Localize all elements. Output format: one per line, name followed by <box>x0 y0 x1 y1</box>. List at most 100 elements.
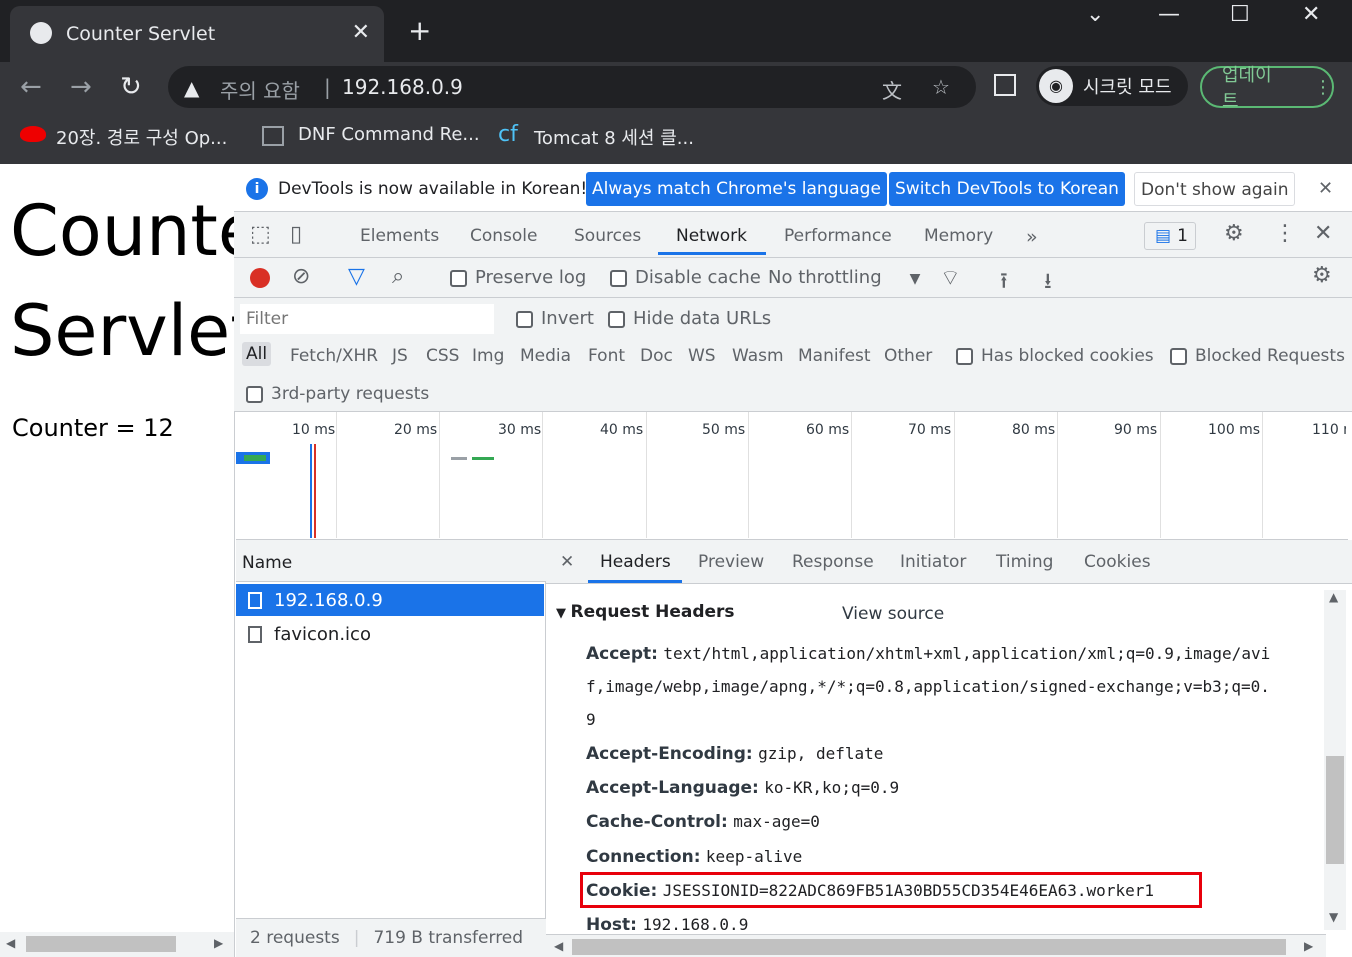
dont-show-again-button[interactable]: Don't show again <box>1134 172 1296 206</box>
close-devtools-icon[interactable]: ✕ <box>1314 221 1332 246</box>
minimize-icon[interactable]: — <box>1158 2 1180 27</box>
disable-cache-checkbox[interactable]: Disable cache <box>610 267 761 288</box>
scroll-down-icon[interactable]: ▼ <box>1329 910 1338 924</box>
filter-type-wasm[interactable]: Wasm <box>732 346 784 366</box>
scroll-left-icon[interactable]: ◀ <box>554 939 563 953</box>
close-window-icon[interactable]: ✕ <box>1302 2 1320 27</box>
filter-type-all[interactable]: All <box>242 342 272 366</box>
star-icon[interactable]: ☆ <box>932 75 950 99</box>
filter-type-js[interactable]: JS <box>392 346 408 366</box>
back-icon[interactable]: ← <box>20 72 42 102</box>
switch-korean-button[interactable]: Switch DevTools to Korean <box>889 172 1125 206</box>
export-icon[interactable]: ⭳ <box>1044 264 1052 302</box>
scroll-up-icon[interactable]: ▲ <box>1329 590 1338 604</box>
import-icon[interactable]: ⭱ <box>1000 264 1008 302</box>
bookmark-item[interactable]: Tomcat 8 세션 클... <box>534 124 694 150</box>
network-conditions-icon[interactable]: ⌔ <box>940 264 961 292</box>
bookmark-item[interactable]: 20장. 경로 구성 Op... <box>56 124 227 150</box>
inspect-icon[interactable]: ⬚ <box>250 222 271 247</box>
horizontal-scrollbar[interactable]: ◀ ▶ <box>546 934 1326 957</box>
third-party-checkbox[interactable]: 3rd-party requests <box>246 384 429 404</box>
network-overview[interactable]: 10 ms 20 ms 30 ms 40 ms 50 ms 60 ms 70 m… <box>236 412 1348 540</box>
scroll-thumb[interactable] <box>1326 756 1344 864</box>
close-tab-icon[interactable]: ✕ <box>352 20 370 45</box>
throttling-select[interactable]: No throttling ▼ <box>768 267 920 288</box>
filter-type-css[interactable]: CSS <box>426 346 459 366</box>
tab-memory[interactable]: Memory <box>924 226 993 246</box>
more-tabs-icon[interactable]: » <box>1026 226 1038 248</box>
url-text[interactable]: 192.168.0.9 <box>342 75 463 99</box>
hide-data-urls-checkbox[interactable]: Hide data URLs <box>608 308 771 329</box>
tab-console[interactable]: Console <box>470 226 538 246</box>
always-match-language-button[interactable]: Always match Chrome's language <box>586 172 887 206</box>
filter-type-media[interactable]: Media <box>520 346 571 366</box>
view-source-link[interactable]: View source <box>842 604 944 624</box>
search-icon[interactable]: ⌕ <box>392 264 404 289</box>
scroll-thumb[interactable] <box>572 939 1286 955</box>
tab-timing[interactable]: Timing <box>996 552 1053 572</box>
collapse-triangle-icon: ▼ <box>556 606 571 621</box>
name-column-header[interactable]: Name <box>236 540 546 582</box>
scroll-right-icon[interactable]: ▶ <box>1304 939 1313 953</box>
forward-icon[interactable]: → <box>70 72 92 102</box>
close-infobar-icon[interactable]: ✕ <box>1318 178 1333 199</box>
device-toggle-icon[interactable]: ▯ <box>290 222 302 247</box>
invert-checkbox[interactable]: Invert <box>516 308 594 329</box>
update-button[interactable]: 업데이트 ⋮ <box>1200 65 1334 112</box>
tab-search-icon[interactable]: ⌄ <box>1086 2 1104 27</box>
filter-type-fetch[interactable]: Fetch/XHR <box>290 346 378 366</box>
close-detail-icon[interactable]: ✕ <box>560 552 574 572</box>
clear-icon[interactable]: ⊘ <box>292 264 310 289</box>
filter-type-doc[interactable]: Doc <box>640 346 673 366</box>
network-filter-bar: Invert Hide data URLs All Fetch/XHR JS C… <box>234 298 1352 412</box>
tab-sources[interactable]: Sources <box>574 226 641 246</box>
scroll-thumb[interactable] <box>26 936 176 952</box>
tab-network[interactable]: Network <box>676 226 747 246</box>
maximize-icon[interactable]: ☐ <box>1230 2 1250 27</box>
incognito-indicator[interactable]: ◉ 시크릿 모드 <box>1036 66 1188 106</box>
security-warning[interactable]: 주의 요함 <box>220 75 300 104</box>
bookmark-item[interactable]: DNF Command Re... <box>298 124 480 145</box>
filter-type-font[interactable]: Font <box>588 346 625 366</box>
filter-type-other[interactable]: Other <box>884 346 932 366</box>
tab-elements[interactable]: Elements <box>360 226 439 246</box>
vertical-scrollbar[interactable]: ▲ ▼ <box>1324 590 1346 930</box>
address-bar[interactable]: ▲ 주의 요함 | 192.168.0.9 文 ☆ <box>168 66 976 108</box>
filter-type-ws[interactable]: WS <box>688 346 716 366</box>
tab-preview[interactable]: Preview <box>698 552 764 572</box>
request-headers-section[interactable]: ▼ Request Headers <box>556 602 735 622</box>
request-bar <box>451 457 467 460</box>
preserve-log-checkbox[interactable]: Preserve log <box>450 267 586 288</box>
tab-response[interactable]: Response <box>792 552 874 572</box>
filter-input[interactable] <box>240 304 494 334</box>
side-panel-icon[interactable] <box>994 74 1016 96</box>
has-blocked-cookies-checkbox[interactable]: Has blocked cookies <box>956 346 1154 366</box>
blocked-requests-checkbox[interactable]: Blocked Requests <box>1170 346 1345 366</box>
timeline-tick: 40 ms <box>600 422 644 438</box>
timeline-tick: 110 ms <box>1312 422 1346 438</box>
translate-icon[interactable]: 文 <box>882 75 902 104</box>
issues-badge[interactable]: ▤ 1 <box>1144 222 1196 250</box>
network-settings-icon[interactable]: ⚙ <box>1312 263 1332 288</box>
page-horizontal-scrollbar[interactable]: ◀ ▶ <box>0 932 234 957</box>
header-row: Accept-Encoding: gzip, deflate <box>586 744 884 764</box>
request-row-selected[interactable]: 192.168.0.9 <box>236 584 544 616</box>
reload-icon[interactable]: ↻ <box>120 72 142 102</box>
filter-type-img[interactable]: Img <box>472 346 504 366</box>
new-tab-icon[interactable]: + <box>408 14 431 47</box>
record-icon[interactable] <box>250 268 270 288</box>
active-tab-underline <box>588 580 682 583</box>
request-row[interactable]: favicon.ico <box>236 618 544 650</box>
settings-gear-icon[interactable]: ⚙ <box>1224 221 1244 246</box>
tab-initiator[interactable]: Initiator <box>900 552 966 572</box>
scroll-right-icon[interactable]: ▶ <box>214 936 223 950</box>
tab-cookies[interactable]: Cookies <box>1084 552 1151 572</box>
filter-icon[interactable]: ▽ <box>348 264 365 289</box>
more-menu-icon[interactable]: ⋮ <box>1274 221 1296 246</box>
tab-headers[interactable]: Headers <box>600 552 671 572</box>
warning-icon[interactable]: ▲ <box>184 76 199 100</box>
filter-type-manifest[interactable]: Manifest <box>798 346 871 366</box>
tab-performance[interactable]: Performance <box>784 226 892 246</box>
scroll-left-icon[interactable]: ◀ <box>6 936 15 950</box>
browser-tab[interactable]: Counter Servlet ✕ <box>10 6 384 62</box>
